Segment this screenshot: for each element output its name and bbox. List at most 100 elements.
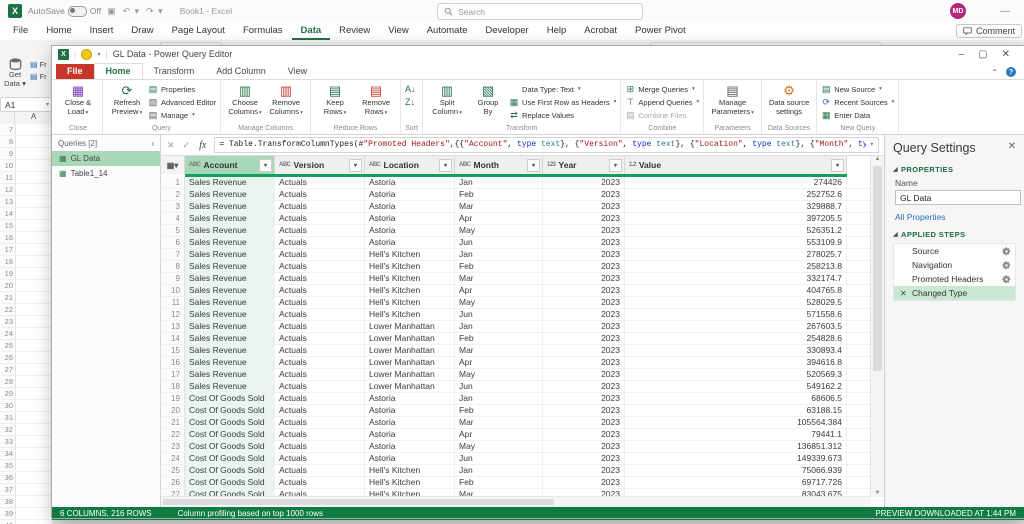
row-header-22[interactable]: 22 — [0, 304, 16, 315]
vertical-scrollbar[interactable]: ▲ ▼ — [870, 156, 884, 497]
row-header-26[interactable]: 26 — [0, 352, 16, 363]
row-header-17[interactable]: 17 — [0, 244, 16, 255]
row-header-15[interactable]: 15 — [0, 220, 16, 231]
comment-button[interactable]: Comment — [955, 24, 1022, 38]
row-number[interactable]: 18 — [161, 381, 185, 392]
name-box[interactable]: A1 ▾ — [0, 97, 54, 112]
row-number[interactable]: 26 — [161, 477, 185, 488]
step-settings-gear-icon[interactable] — [1002, 260, 1011, 270]
row-header-23[interactable]: 23 — [0, 316, 16, 327]
menu-tab-review[interactable]: Review — [330, 22, 379, 40]
row-header-40[interactable]: 40 — [0, 520, 16, 524]
row-header-36[interactable]: 36 — [0, 472, 16, 483]
row-header-16[interactable]: 16 — [0, 232, 16, 243]
row-header-31[interactable]: 31 — [0, 412, 16, 423]
query-item-gl-data[interactable]: ▦ GL Data — [52, 151, 160, 166]
row-header-37[interactable]: 37 — [0, 484, 16, 495]
row-header-7[interactable]: 7 — [0, 124, 16, 135]
use-first-row-as-headers-button[interactable]: ▦ Use First Row as Headers ▾ — [509, 96, 617, 108]
row-number[interactable]: 23 — [161, 441, 185, 452]
filter-dropdown-icon[interactable]: ▾ — [609, 158, 622, 172]
pq-maximize-icon[interactable]: ▢ — [978, 49, 987, 60]
autosave-toggle[interactable]: AutoSave Off — [28, 5, 101, 17]
row-header-12[interactable]: 12 — [0, 184, 16, 195]
row-number[interactable]: 12 — [161, 309, 185, 320]
data-type-button[interactable]: Data Type: Text ▾ — [509, 83, 616, 95]
group-by-button[interactable]: ▧ Group By — [468, 82, 508, 124]
row-number[interactable]: 24 — [161, 453, 185, 464]
row-header-33[interactable]: 33 — [0, 436, 16, 447]
pq-minimize-icon[interactable]: – — [959, 49, 965, 60]
smiley-dropdown-icon[interactable]: ▾ — [97, 51, 100, 58]
menu-tab-insert[interactable]: Insert — [81, 22, 123, 40]
formula-input[interactable]: = Table.TransformColumnTypes(#"Promoted … — [214, 137, 879, 153]
pq-tab-home[interactable]: Home — [93, 63, 143, 79]
applied-step-promoted-headers[interactable]: Promoted Headers — [894, 272, 1015, 286]
vertical-scroll-thumb[interactable] — [873, 166, 882, 371]
settings-close-icon[interactable]: ✕ — [1008, 141, 1016, 152]
close-load-button[interactable]: ▦ Close & Load▾ — [58, 82, 98, 124]
row-number[interactable]: 10 — [161, 285, 185, 296]
manage-parameters-button[interactable]: ▤ Manage Parameters▾ — [708, 82, 757, 124]
row-number[interactable]: 2 — [161, 189, 185, 200]
new-source-button[interactable]: ▤ New Source ▾ — [821, 83, 894, 95]
scroll-down-icon[interactable]: ▼ — [875, 490, 881, 496]
filter-dropdown-icon[interactable]: ▾ — [349, 158, 362, 172]
query-name-input[interactable]: GL Data — [895, 190, 1021, 205]
row-header-29[interactable]: 29 — [0, 388, 16, 399]
row-header-35[interactable]: 35 — [0, 460, 16, 471]
filter-dropdown-icon[interactable]: ▾ — [831, 158, 844, 172]
menu-tab-home[interactable]: Home — [37, 22, 80, 40]
row-header-28[interactable]: 28 — [0, 376, 16, 387]
get-data-button[interactable]: Get Data ▾ — [0, 56, 30, 97]
all-properties-link[interactable]: All Properties — [895, 212, 1016, 222]
scroll-up-icon[interactable]: ▲ — [875, 156, 881, 162]
row-header-38[interactable]: 38 — [0, 496, 16, 507]
delete-step-icon[interactable]: ✕ — [900, 289, 910, 298]
row-header-13[interactable]: 13 — [0, 196, 16, 207]
pq-tab-transform[interactable]: Transform — [143, 64, 206, 79]
keep-rows-button[interactable]: ▤ Keep Rows▾ — [315, 82, 355, 124]
collapse-pane-icon[interactable]: ‹ — [151, 139, 154, 148]
row-header-24[interactable]: 24 — [0, 328, 16, 339]
undo-icon[interactable]: ↶ ▾ — [123, 6, 141, 17]
column-header-year[interactable]: 123 Year ▾ — [543, 156, 625, 174]
row-header-27[interactable]: 27 — [0, 364, 16, 375]
recent-sources-button[interactable]: ⟳ Recent Sources ▾ — [821, 96, 895, 108]
query-item-table1-14[interactable]: ▦ Table1_14 — [52, 166, 160, 181]
help-icon[interactable]: ? — [1006, 67, 1016, 77]
column-header-month[interactable]: ABC Month ▾ — [455, 156, 543, 174]
menu-tab-file[interactable]: File — [4, 22, 37, 40]
remove-columns-button[interactable]: ▥ Remove Columns▾ — [266, 82, 306, 124]
row-header-39[interactable]: 39 — [0, 508, 16, 519]
row-header-32[interactable]: 32 — [0, 424, 16, 435]
row-header-11[interactable]: 11 — [0, 172, 16, 183]
row-number[interactable]: 11 — [161, 297, 185, 308]
row-header-14[interactable]: 14 — [0, 208, 16, 219]
row-number[interactable]: 21 — [161, 417, 185, 428]
row-number[interactable]: 6 — [161, 237, 185, 248]
row-number[interactable]: 16 — [161, 357, 185, 368]
avatar[interactable]: MD — [950, 3, 966, 19]
pq-close-icon[interactable]: ✕ — [1002, 49, 1010, 60]
search-input[interactable]: Search — [437, 3, 643, 20]
column-header-location[interactable]: ABC Location ▾ — [365, 156, 455, 174]
row-number[interactable]: 1 — [161, 177, 185, 188]
row-header-19[interactable]: 19 — [0, 268, 16, 279]
row-number[interactable]: 8 — [161, 261, 185, 272]
menu-tab-developer[interactable]: Developer — [476, 22, 537, 40]
horizontal-scroll-thumb[interactable] — [163, 499, 554, 505]
autosave-switch-icon[interactable] — [67, 5, 87, 17]
row-header-18[interactable]: 18 — [0, 256, 16, 267]
select-all-corner[interactable] — [0, 112, 15, 124]
column-header-value[interactable]: 1.2 Value ▾ — [625, 156, 847, 174]
cancel-formula-icon[interactable]: ✕ — [163, 140, 179, 151]
merge-queries-button[interactable]: ⊞ Merge Queries ▾ — [625, 83, 699, 95]
row-header-20[interactable]: 20 — [0, 280, 16, 291]
from-source-button-2[interactable]: ▤ Fr — [30, 72, 52, 81]
feedback-smiley-icon[interactable] — [81, 48, 93, 60]
row-number[interactable]: 9 — [161, 273, 185, 284]
pq-tab-view[interactable]: View — [277, 64, 318, 79]
row-header-34[interactable]: 34 — [0, 448, 16, 459]
refresh-preview-button[interactable]: ⟳ Refresh Preview▾ — [107, 82, 147, 124]
